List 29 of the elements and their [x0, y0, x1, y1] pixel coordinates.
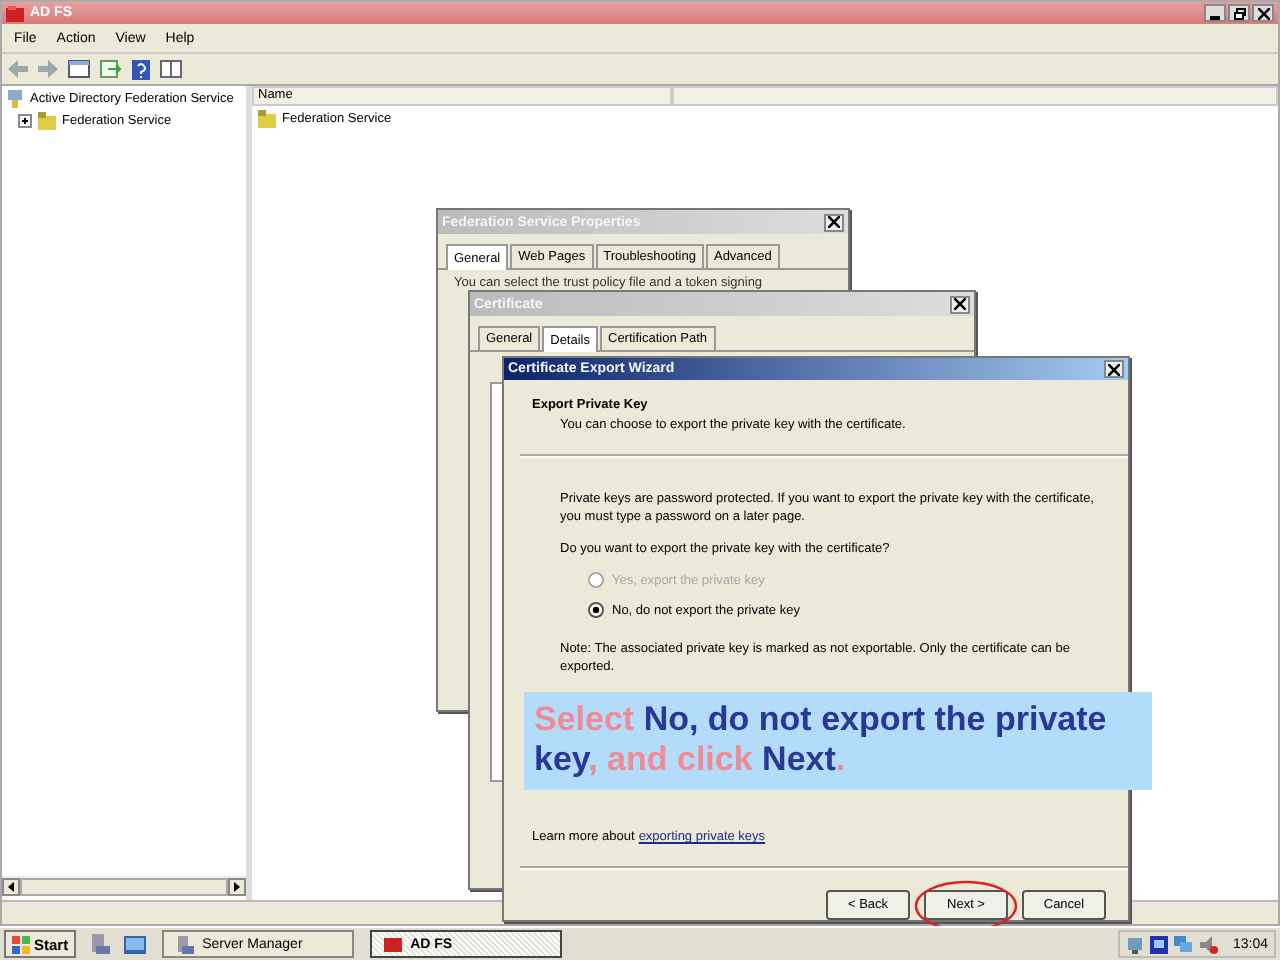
scroll-thumb[interactable]	[20, 877, 228, 895]
close-icon	[828, 216, 840, 228]
close-button[interactable]	[1252, 4, 1274, 22]
network-icon[interactable]	[1126, 935, 1145, 953]
close-icon	[1108, 363, 1120, 375]
close-icon	[1257, 7, 1269, 19]
server-manager-icon	[176, 935, 195, 953]
window-pane-icon[interactable]	[160, 60, 182, 78]
close-icon	[954, 298, 966, 310]
minimize-button[interactable]	[1204, 4, 1226, 22]
monitor-icon[interactable]	[1150, 935, 1169, 953]
radio-button[interactable]	[588, 602, 604, 618]
speaker-muted-icon[interactable]	[1200, 935, 1219, 953]
close-button[interactable]	[824, 213, 844, 231]
horizontal-scrollbar[interactable]	[2, 876, 246, 896]
scroll-left-icon[interactable]	[2, 877, 20, 895]
desktop-icon[interactable]	[124, 935, 147, 953]
export-list-icon[interactable]	[100, 60, 122, 78]
expand-icon[interactable]	[18, 113, 32, 127]
help-icon[interactable]	[132, 59, 150, 79]
instruction-callout: Select No, do not export the private key, and click Next.	[524, 692, 1152, 790]
scroll-right-icon[interactable]	[228, 877, 246, 895]
restore-icon	[1233, 7, 1245, 19]
server-manager-icon[interactable]	[90, 934, 111, 954]
console-tree-icon[interactable]	[68, 60, 90, 78]
close-button[interactable]	[950, 295, 970, 313]
close-button[interactable]	[1104, 360, 1124, 378]
restore-button[interactable]	[1228, 4, 1250, 22]
windows-logo-icon	[12, 935, 30, 953]
